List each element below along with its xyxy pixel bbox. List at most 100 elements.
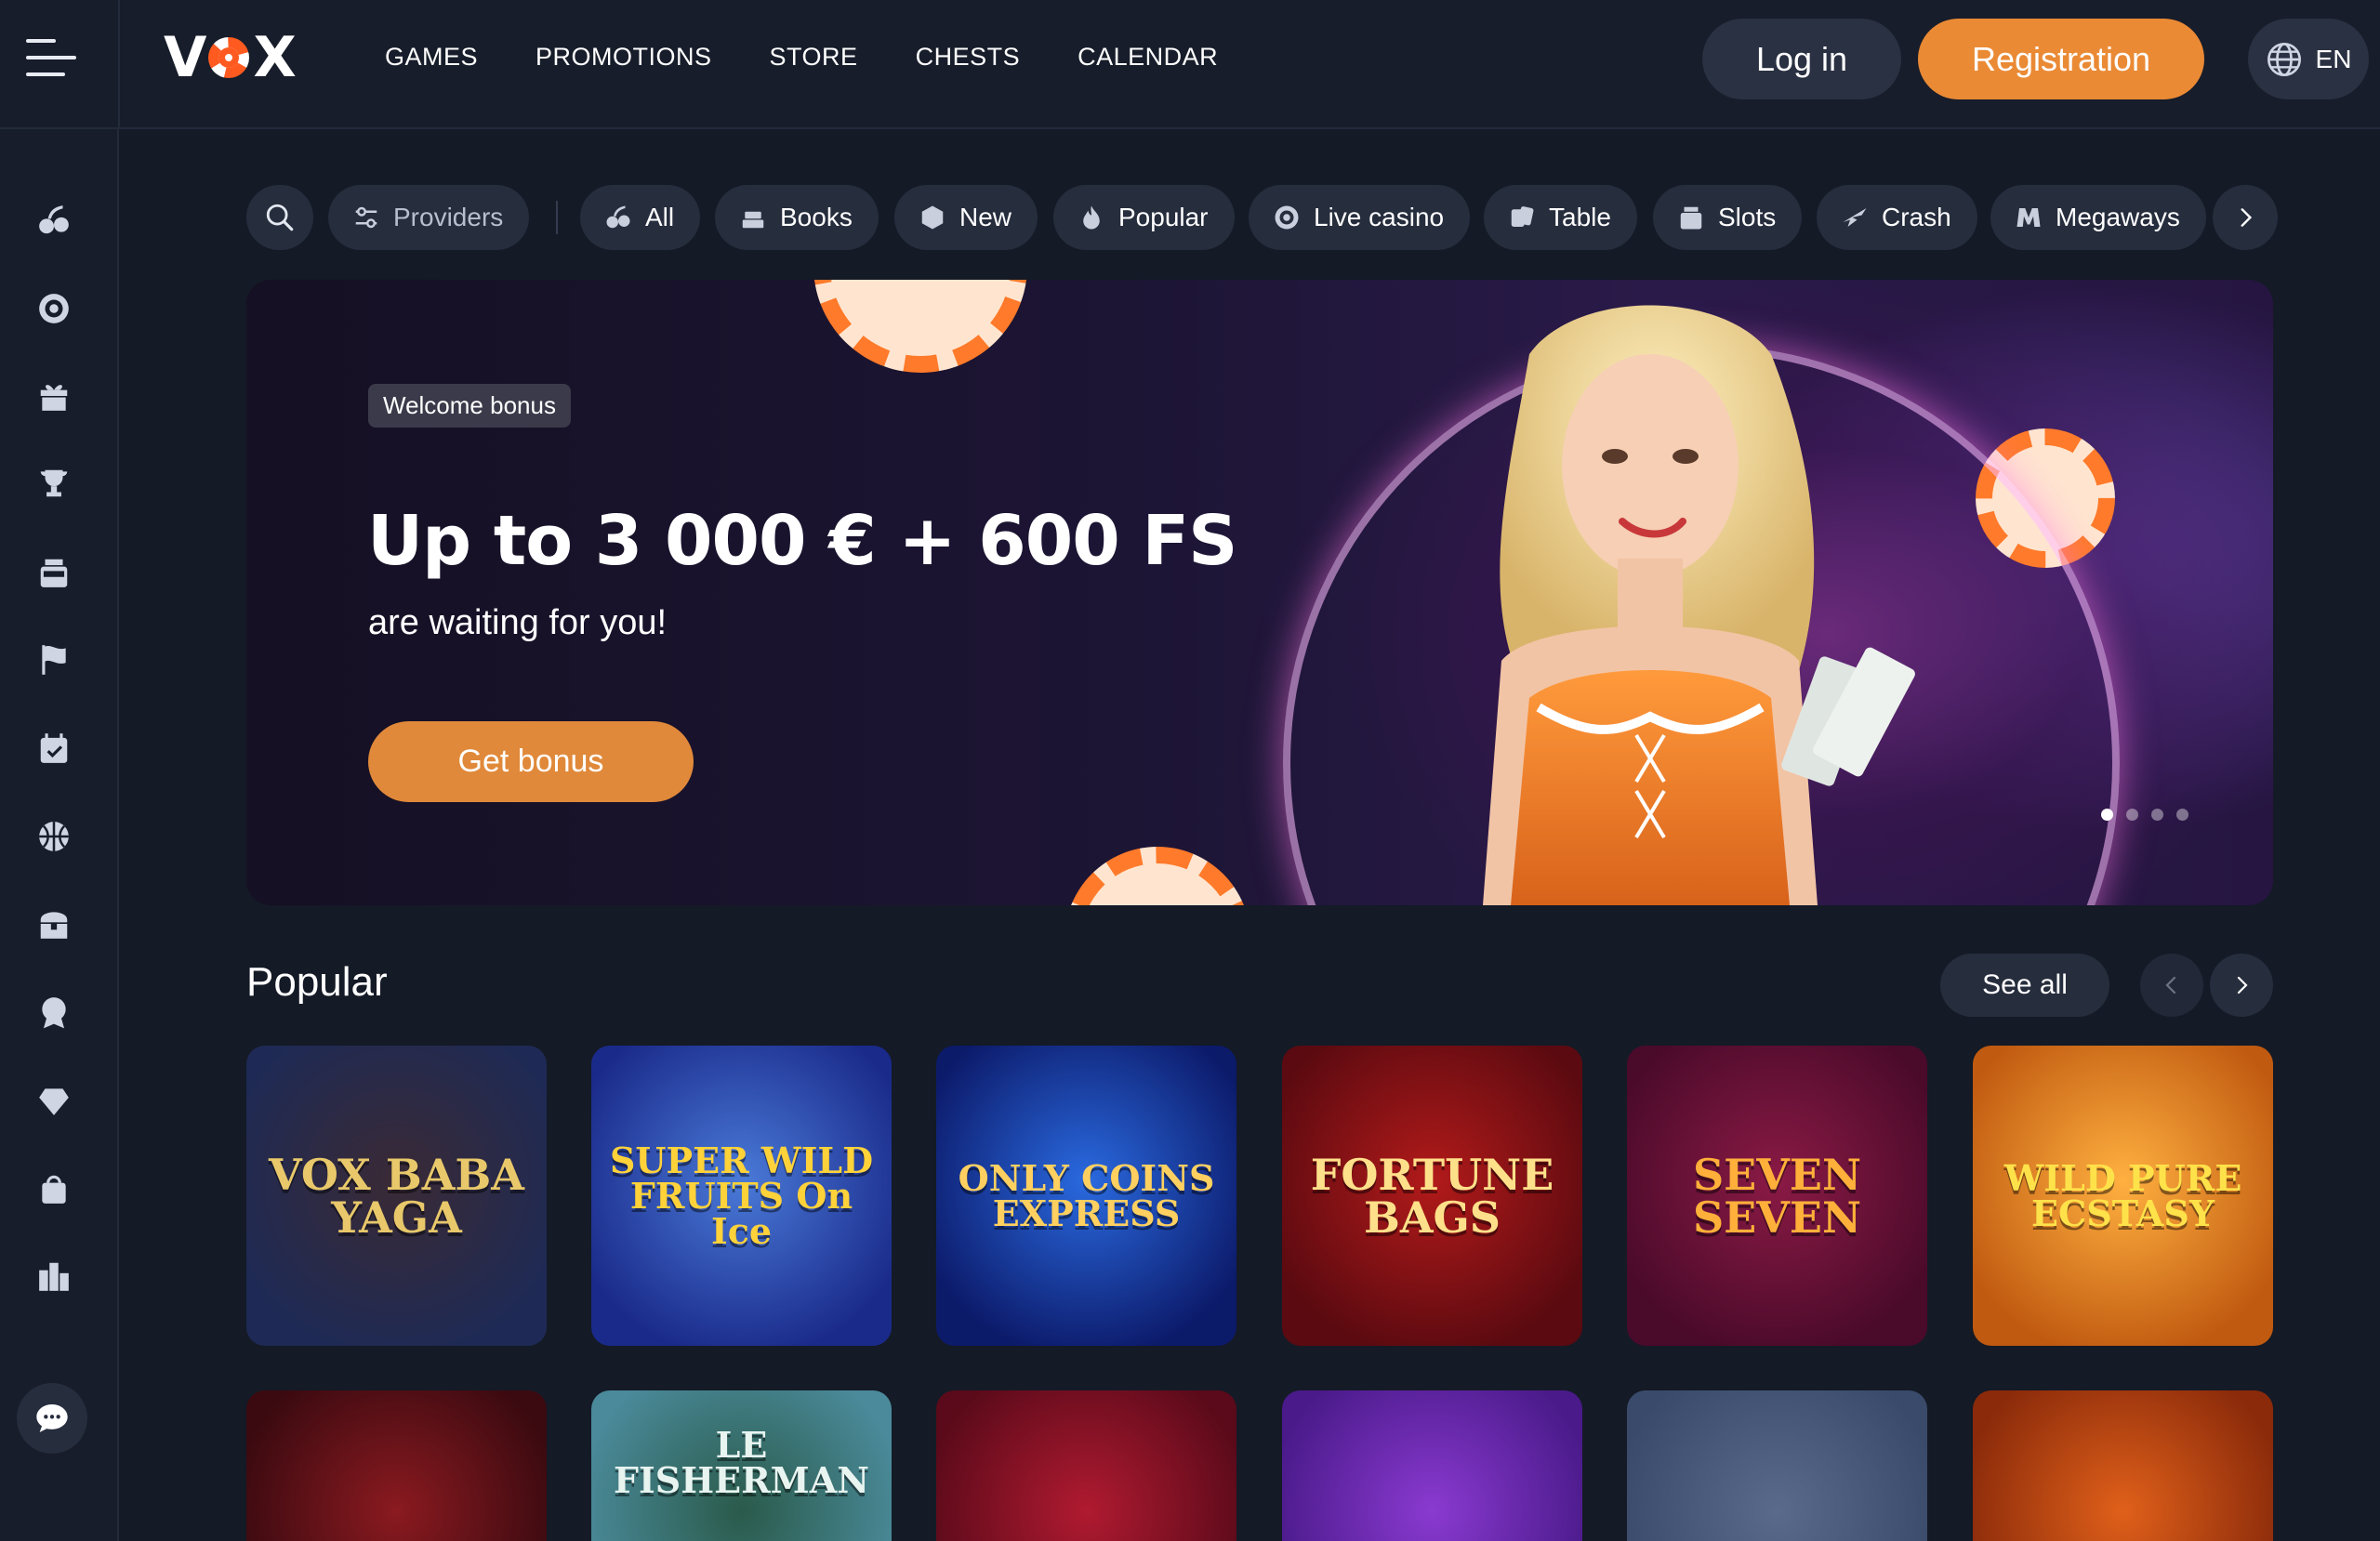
hostess-illustration [1483, 305, 1915, 905]
category-new[interactable]: New [894, 185, 1038, 250]
category-popular[interactable]: Popular [1053, 185, 1235, 250]
category-label: Crash [1882, 203, 1951, 231]
category-label: Popular [1118, 203, 1209, 231]
category-label: Slots [1718, 203, 1777, 231]
logo-chip-icon [208, 37, 250, 78]
site-logo[interactable]: VX [164, 25, 297, 90]
category-all[interactable]: All [580, 185, 701, 250]
logo-letter-v: V [164, 25, 206, 90]
game-tile[interactable]: ONLY COINS EXPRESS [936, 1046, 1236, 1346]
game-title: FORTUNE BAGS [1310, 1149, 1554, 1243]
category-live-casino[interactable]: Live casino [1249, 185, 1471, 250]
carousel-dot[interactable] [2151, 809, 2163, 821]
category-table[interactable]: Table [1484, 185, 1637, 250]
game-title: WILD PURE ECSTASY [2003, 1156, 2242, 1234]
gift-icon[interactable] [35, 377, 73, 415]
game-tile[interactable] [1627, 1390, 1927, 1541]
books-icon [742, 211, 764, 229]
filter-separator [556, 201, 558, 234]
popular-next-button[interactable] [2210, 954, 2273, 1017]
category-label: New [959, 203, 1012, 231]
badge-icon[interactable] [35, 994, 73, 1031]
live-casino-icon[interactable] [35, 290, 73, 327]
game-tile[interactable]: SUPER WILD FRUITS On Ice [591, 1046, 892, 1346]
treasure-chest-icon[interactable] [35, 905, 73, 942]
fire-icon [1083, 205, 1100, 230]
header-divider [118, 0, 120, 129]
game-tile[interactable]: FORTUNE BAGS [1282, 1046, 1582, 1346]
category-label: Table [1549, 203, 1611, 231]
cherries-icon[interactable] [35, 202, 73, 239]
live-casino-icon [1275, 205, 1299, 230]
menu-icon[interactable] [26, 37, 78, 78]
nav-promotions[interactable]: PROMOTIONS [536, 43, 712, 72]
calendar-icon[interactable] [35, 730, 73, 767]
sliders-icon [355, 206, 377, 229]
game-tile[interactable] [936, 1390, 1236, 1541]
game-tile[interactable] [1282, 1390, 1582, 1541]
casino-chip-decoration [1064, 847, 1250, 905]
logo-letter-x: X [253, 25, 296, 90]
search-icon [266, 204, 294, 231]
game-tile[interactable]: VOX BABA YAGA [246, 1046, 547, 1346]
category-filter-bar: Providers All Books New Popular Live cas… [246, 185, 2278, 250]
nav-chests[interactable]: CHESTS [916, 43, 1021, 72]
game-title: SEVEN SEVEN [1692, 1149, 1862, 1243]
providers-filter[interactable]: Providers [328, 185, 530, 250]
globe-icon [2267, 42, 2301, 76]
bag-icon[interactable] [35, 1170, 73, 1207]
category-label: All [645, 203, 675, 231]
promo-banner[interactable]: Welcome bonus Up to 3 000 € + 600 FS are… [246, 280, 2273, 905]
registration-button[interactable]: Registration [1918, 19, 2204, 99]
category-crash[interactable]: Crash [1817, 185, 1977, 250]
game-tile[interactable]: SEVEN SEVEN [1627, 1046, 1927, 1346]
game-title: SUPER WILD FRUITS On Ice [609, 1139, 874, 1252]
main-nav: GAMES PROMOTIONS STORE CHESTS CALENDAR [385, 43, 1218, 72]
game-title: LE FISHERMAN [614, 1424, 869, 1501]
carousel-dot[interactable] [2101, 809, 2113, 821]
top-header: VX GAMES PROMOTIONS STORE CHESTS CALENDA… [0, 0, 2380, 129]
chevron-right-icon [2237, 976, 2248, 994]
chevron-left-icon [2165, 976, 2176, 994]
game-tile[interactable]: WILD PURE ECSTASY [1973, 1046, 2273, 1346]
game-tile[interactable]: LE FISHERMAN [591, 1390, 892, 1541]
flag-icon[interactable] [35, 641, 73, 678]
language-label: EN [2315, 44, 2352, 73]
basketball-icon[interactable] [35, 818, 73, 855]
game-tile[interactable] [246, 1390, 547, 1541]
nav-store[interactable]: STORE [770, 43, 858, 72]
casino-chip-decoration [783, 280, 1058, 403]
left-sidebar [0, 129, 119, 1541]
welcome-bonus-badge: Welcome bonus [368, 384, 571, 428]
nav-games[interactable]: GAMES [385, 43, 478, 72]
game-tile[interactable] [1973, 1390, 2273, 1541]
carousel-dot[interactable] [2176, 809, 2188, 821]
popular-prev-button[interactable] [2140, 954, 2203, 1017]
carousel-dots [2101, 809, 2188, 821]
leaderboard-icon[interactable] [35, 1258, 73, 1295]
category-label: Live casino [1314, 203, 1445, 231]
nav-calendar[interactable]: CALENDAR [1078, 43, 1218, 72]
slot-machine-icon[interactable] [35, 554, 73, 591]
see-all-button[interactable]: See all [1940, 954, 2109, 1017]
search-button[interactable] [246, 185, 313, 250]
chat-icon [36, 1404, 68, 1432]
diamond-icon[interactable] [35, 1082, 73, 1119]
language-selector[interactable]: EN [2248, 19, 2369, 99]
filters-next-button[interactable] [2213, 185, 2278, 250]
category-slots[interactable]: Slots [1653, 185, 1803, 250]
cards-icon [1511, 206, 1534, 227]
cherries-icon [606, 205, 630, 229]
providers-label: Providers [393, 203, 504, 231]
slot-machine-icon [1680, 206, 1702, 230]
chat-button[interactable] [17, 1383, 87, 1454]
popular-section-title: Popular [246, 959, 388, 1005]
category-books[interactable]: Books [715, 185, 879, 250]
category-megaways[interactable]: Megaways [1990, 185, 2206, 250]
get-bonus-button[interactable]: Get bonus [368, 721, 694, 802]
trophy-icon[interactable] [35, 465, 73, 502]
megaways-icon [2016, 208, 2041, 227]
carousel-dot[interactable] [2126, 809, 2138, 821]
banner-title: Up to 3 000 € + 600 FS [367, 501, 1237, 581]
login-button[interactable]: Log in [1702, 19, 1901, 99]
